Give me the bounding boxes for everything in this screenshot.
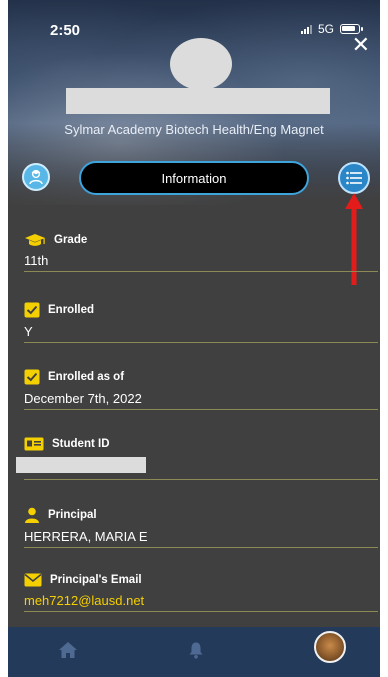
student-name-redacted [66,88,330,114]
school-name: Sylmar Academy Biotech Health/Eng Magnet [64,122,324,137]
field-label-enrolled: Enrolled [48,304,95,316]
field-value-principal: HERRERA, MARIA E [24,529,378,548]
person-icon [25,507,39,523]
field-value-principal-email[interactable]: meh7212@lausd.net [24,593,378,612]
id-card-icon [24,437,44,451]
field-principal-email: Principal's Email meh7212@lausd.net [24,573,378,612]
list-icon [346,171,362,185]
field-value-student-id [16,457,378,480]
menu-button[interactable] [338,162,370,194]
field-value-enrolled-as-of: December 7th, 2022 [24,391,378,410]
field-label-principal-email: Principal's Email [50,574,142,586]
bottom-nav [8,627,380,677]
home-icon[interactable] [58,641,78,659]
checkbox-icon [24,302,40,318]
student-id-redacted [16,457,146,473]
graduation-cap-icon [25,234,45,246]
field-principal: Principal HERRERA, MARIA E [24,507,378,548]
status-time: 2:50 [50,22,81,39]
field-label-principal: Principal [48,509,97,521]
field-value-enrolled: Y [24,324,378,343]
field-student-id: Student ID [16,437,378,480]
field-enrolled-as-of: Enrolled as of December 7th, 2022 [24,369,378,410]
avatar [170,38,232,90]
field-label-student-id: Student ID [52,438,110,450]
close-icon[interactable]: ✕ [352,34,370,56]
phone-screen: 2:50 5G ✕ Sylmar Academy Biotech Health/… [8,0,380,677]
tab-information-label: Information [161,170,227,186]
envelope-icon [24,573,42,587]
checkbox-icon [24,369,40,385]
tab-information[interactable]: Information [79,161,309,195]
field-grade: Grade 11th [24,233,378,272]
field-enrolled: Enrolled Y [24,302,378,343]
bell-icon[interactable] [188,641,204,659]
profile-avatar-button[interactable] [314,631,346,663]
profile-header: 2:50 5G ✕ Sylmar Academy Biotech Health/… [8,0,380,205]
network-label: 5G [317,22,334,36]
field-value-grade: 11th [24,253,378,272]
field-label-enrolled-as-of: Enrolled as of [48,371,125,383]
field-label-grade: Grade [54,234,88,246]
signal-icon [300,24,312,34]
student-icon[interactable] [22,163,50,191]
